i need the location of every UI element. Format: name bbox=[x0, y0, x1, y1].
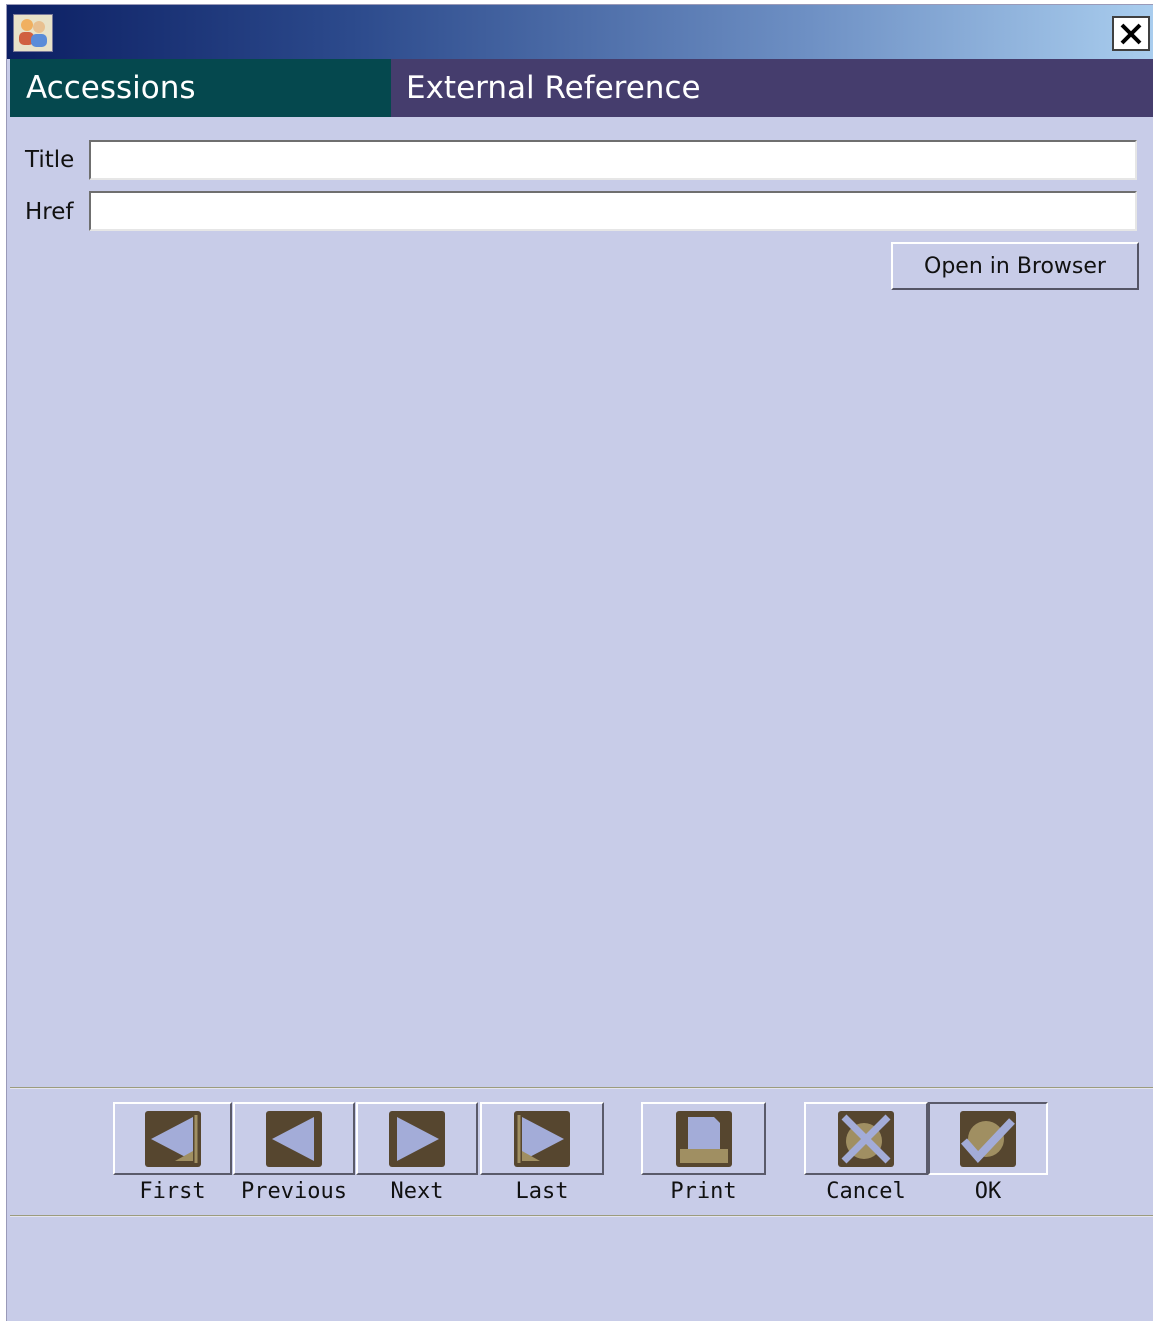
title-input[interactable] bbox=[89, 140, 1137, 180]
module-title: Accessions bbox=[10, 59, 391, 117]
previous-label: Previous bbox=[241, 1179, 347, 1204]
dialog-window: Accessions External Reference Title Href… bbox=[6, 4, 1153, 1321]
toolbar-bottom-divider bbox=[10, 1215, 1153, 1217]
print-button[interactable] bbox=[641, 1102, 766, 1175]
cancel-button[interactable] bbox=[804, 1102, 928, 1175]
next-button[interactable] bbox=[356, 1102, 478, 1175]
last-button[interactable] bbox=[480, 1102, 604, 1175]
first-icon bbox=[144, 1110, 201, 1167]
print-label: Print bbox=[670, 1179, 737, 1204]
section-title: External Reference bbox=[391, 59, 1153, 117]
first-label: First bbox=[139, 1179, 206, 1204]
ok-button[interactable] bbox=[928, 1102, 1048, 1175]
href-input[interactable] bbox=[89, 191, 1137, 231]
toolbar-top-divider bbox=[10, 1087, 1153, 1089]
print-icon bbox=[675, 1110, 732, 1167]
cancel-icon bbox=[838, 1110, 894, 1167]
next-icon bbox=[389, 1110, 445, 1167]
previous-icon bbox=[266, 1110, 322, 1167]
cancel-label: Cancel bbox=[826, 1179, 906, 1204]
close-icon bbox=[1120, 23, 1142, 44]
ok-label: OK bbox=[974, 1179, 1002, 1204]
header-bar: Accessions External Reference bbox=[10, 59, 1153, 117]
last-icon bbox=[514, 1110, 570, 1167]
users-icon bbox=[13, 14, 53, 52]
close-button[interactable] bbox=[1112, 16, 1150, 51]
next-label: Next bbox=[390, 1179, 444, 1204]
href-label: Href bbox=[25, 199, 74, 225]
status-area bbox=[7, 1218, 1153, 1321]
title-bar[interactable] bbox=[7, 5, 1153, 59]
previous-button[interactable] bbox=[233, 1102, 355, 1175]
ok-icon bbox=[960, 1110, 1016, 1167]
first-button[interactable] bbox=[113, 1102, 232, 1175]
title-label: Title bbox=[25, 147, 75, 173]
open-in-browser-button[interactable]: Open in Browser bbox=[891, 242, 1139, 290]
last-label: Last bbox=[515, 1179, 569, 1204]
